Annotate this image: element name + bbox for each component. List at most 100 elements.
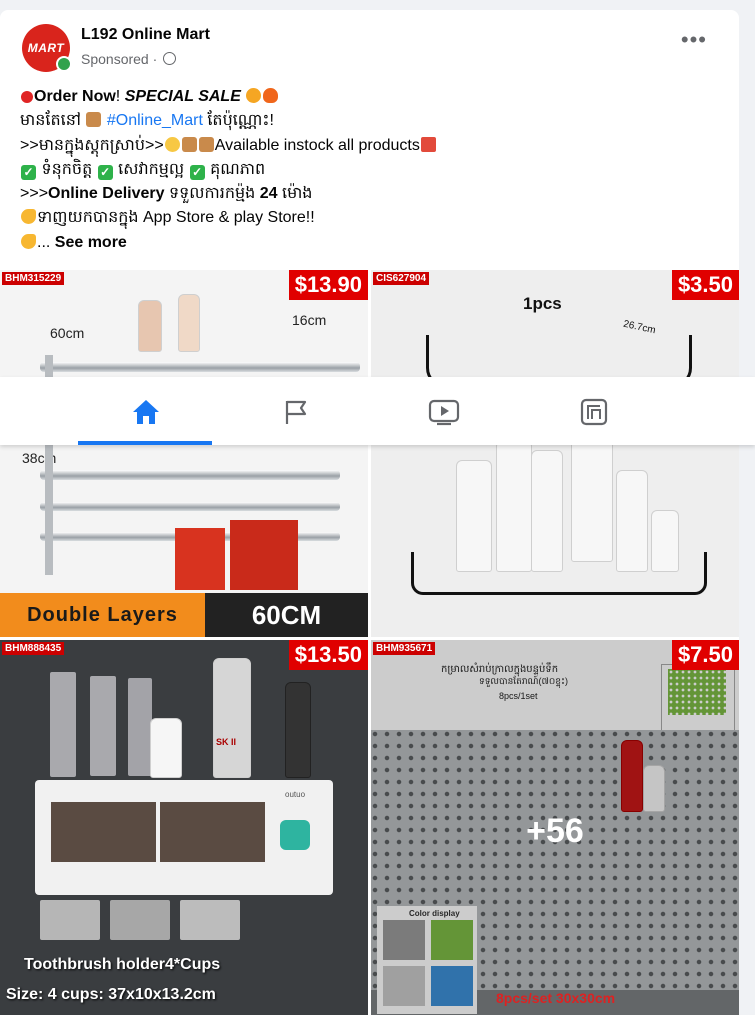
bottle-image: SK II [213,658,251,778]
product-tile-bath-mat[interactable]: កម្រាលសំរាប់ក្រាលក្នុងបន្ទប់ទឹក ទទួលបានត… [371,640,739,1015]
product-code: BHM888435 [2,642,65,655]
product-tile-towel-rack[interactable]: BHM315229 $13.90 60cm 16cm 38cm Double L… [0,270,368,637]
price-tag: $7.50 [671,640,739,670]
product-code: CIS627904 [373,272,430,285]
cup-image [90,676,116,776]
pointing-down-icon [21,209,36,225]
dimension-label: 16cm [292,312,327,328]
product-label: SK II [216,737,237,747]
price-tag: $13.90 [288,270,368,300]
pointing-right-icon [21,233,36,249]
bottle-image [178,294,200,352]
cup-image [110,900,170,940]
post-message: Order Now! SPECIAL SALE មានតែនៅ #Online_… [20,85,720,255]
more-options-icon[interactable]: ••• [681,29,707,51]
package-icon [198,136,214,152]
post-line: >>>Online Delivery ទទួលការកម្ម៉ង 24 ម៉ោង [20,182,720,206]
rack-bar [40,470,340,480]
order-now-text: Order Now [34,88,116,105]
gaming-icon [580,398,607,426]
quantity-label: 1pcs [523,294,562,313]
rack-bar [40,502,340,511]
hours-number: 24 [259,185,278,203]
flag-icon [285,400,306,424]
more-photos-count[interactable]: +56 [371,812,739,851]
towel-image [230,520,298,590]
cup-image [40,900,100,940]
toothbrush-holder-image: outuo [35,780,333,895]
dimension-label: 60cm [50,325,85,341]
rack-bar [40,362,360,372]
brand-label: outuo [285,790,306,799]
product-code: BHM315229 [2,272,65,285]
product-code: BHM935671 [373,642,436,655]
khmer-text: គុណភាព [210,160,266,178]
set-info-caption: 8pcs/set 30x30cm [496,990,616,1006]
post-line: ទាញយកបានក្នុង App Store & play Store!! [20,206,720,230]
check-mark-icon: ✓ [97,164,113,180]
package-icon [181,136,197,152]
pushpin-icon [21,91,33,103]
product-tile-toothbrush-holder[interactable]: BHM888435 $13.50 SK II outuo Toothbrush … [0,640,368,1015]
khmer-text: ទទួលការកម្ម៉ង [164,185,260,203]
double-layers-label: Double Layers [0,593,205,637]
khmer-text: មានតែនៅ [20,112,86,130]
sponsored-separator: · [148,51,162,67]
cup-image [50,672,76,777]
see-more-link[interactable]: See more [55,234,127,251]
khmer-text: តែប៉ុណ្ណោះ! [202,112,274,130]
sponsored-text: Sponsored [81,51,149,67]
avatar-logo-text: MART [27,41,65,55]
online-status-dot [56,56,72,72]
instock-text: Available instock all products [214,136,420,154]
size-caption: Size: 4 cups: 37x10x13.2cm [6,986,216,1003]
app-store-text: ទាញយកបានក្នុង App Store & play Store!! [37,209,315,227]
home-icon [132,400,159,424]
cup-image [180,900,240,940]
kiss-face-icon [164,136,180,152]
khmer-text: ម៉ោង [277,185,313,203]
toothbrush-caption: Toothbrush holder4*Cups [24,956,221,973]
bottle-image [150,718,182,778]
check-mark-icon: ✓ [189,164,205,180]
ellipsis-text: ... [37,233,55,251]
dimension-label: 26.7cm [622,318,657,337]
wire-shelf [411,552,707,595]
product-tile-corner-shelf[interactable]: CIS627904 $3.50 1pcs 26.7cm [371,270,739,637]
nav-home-tab[interactable] [70,377,221,445]
bottle-image [138,300,162,352]
cup-image [128,678,152,776]
bottle-image [571,430,613,562]
cart-icon [420,136,436,152]
hashtag-link[interactable]: #Online_Mart [107,112,203,129]
post-line: មានតែនៅ #Online_Mart តែប៉ុណ្ណោះ! [20,109,720,133]
holder-window [51,802,156,862]
page-name-link[interactable]: L192 Online Mart [81,26,210,44]
towel-image [175,528,225,590]
check-mark-icon: ✓ [21,164,36,180]
online-delivery-text: Online Delivery [48,185,165,203]
post-line: ✓ ទំនុកចិត្ត ✓ សេវាកម្មល្អ ✓ គុណភាព [20,158,720,182]
price-tag: $3.50 [671,270,739,300]
nav-pages-tab[interactable] [220,377,371,445]
nav-gaming-tab[interactable] [518,377,669,445]
package-icon [86,112,102,128]
special-sale-text: SPECIAL SALE [124,88,241,105]
nav-watch-tab[interactable] [368,377,519,445]
size-label: 60CM [205,593,368,637]
post-line: >>មានក្នុងស្តុកស្រាប់>> Available instock… [20,134,720,158]
page-avatar[interactable]: MART [22,24,72,72]
collision-icon [246,88,262,103]
khmer-text: ទំនុកចិត្ត [41,160,93,178]
exclamation-text: ! [115,88,125,105]
bottom-navigation-bar [0,377,755,445]
khmer-text: សេវាកម្មល្អ [118,160,185,178]
active-tab-indicator [78,441,212,445]
bottle-image [285,682,311,778]
post-line: Order Now! SPECIAL SALE [20,85,720,109]
arrows-text: >>> [20,185,49,203]
globe-icon [163,52,177,65]
post-line: ... See more [20,231,720,255]
sponsored-label[interactable]: Sponsored · [81,51,177,67]
khmer-text: >>មានក្នុងស្តុកស្រាប់>> [20,136,164,154]
